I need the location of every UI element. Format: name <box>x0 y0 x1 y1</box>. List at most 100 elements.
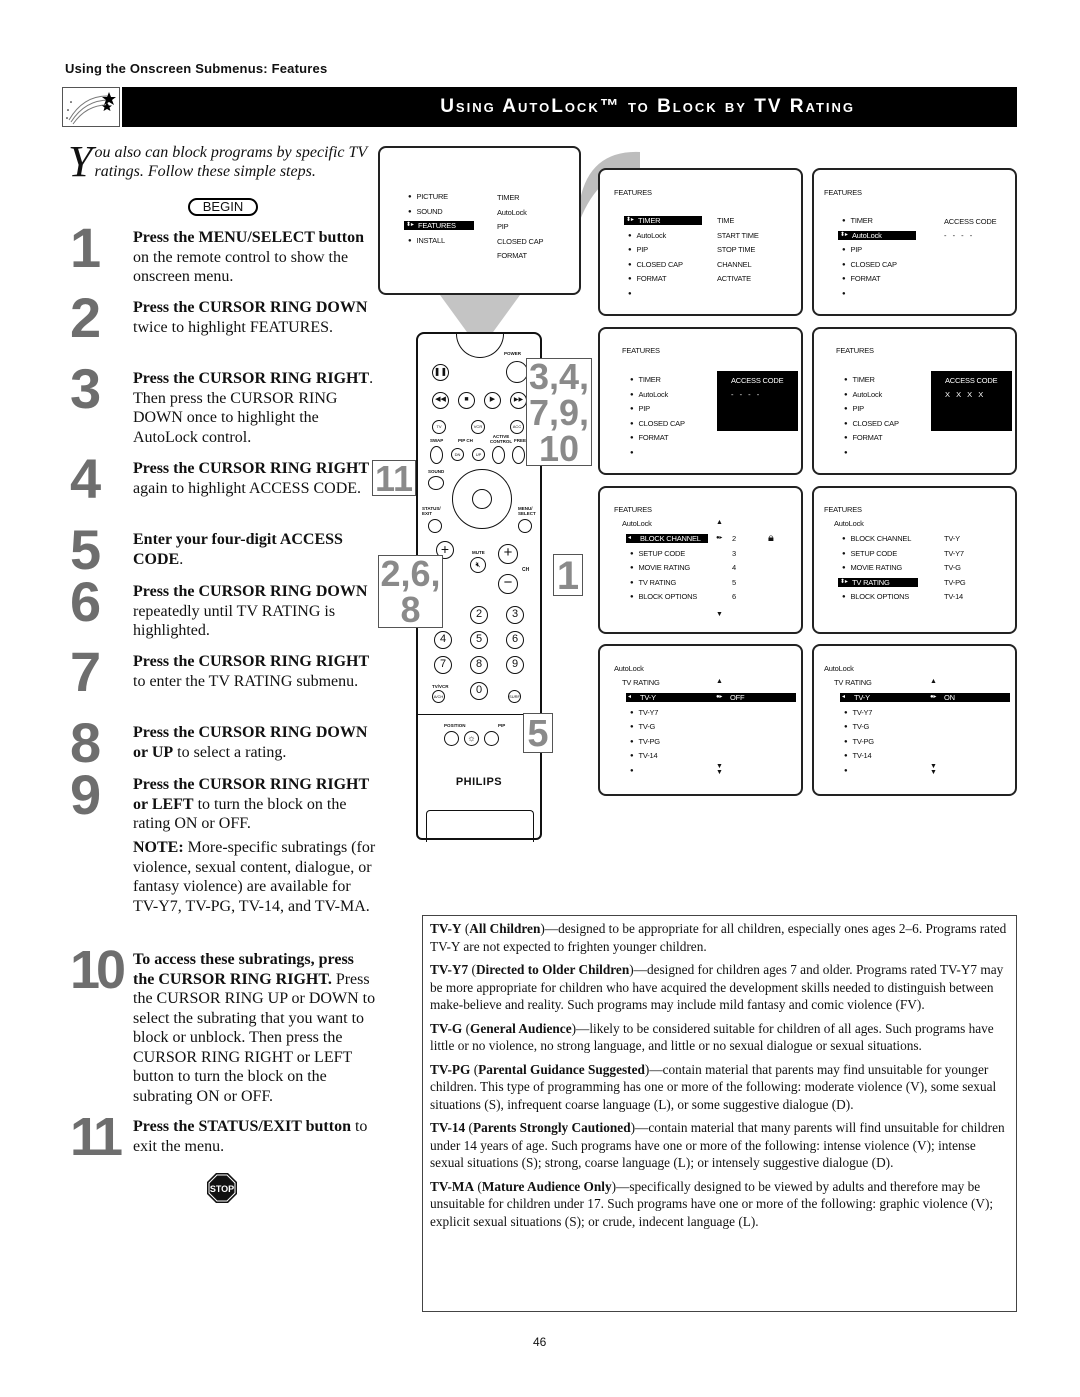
sound-button[interactable] <box>428 476 444 490</box>
channel-down-button[interactable]: − <box>498 574 518 594</box>
status-exit-button[interactable] <box>428 519 442 533</box>
menu-item[interactable]: TIMER <box>842 216 873 225</box>
menu-item[interactable]: CLOSED CAP <box>630 419 685 428</box>
menu-item[interactable]: TV-G <box>630 722 655 731</box>
menu-item[interactable]: AutoLock <box>628 231 666 240</box>
access-code-value: X X X X <box>945 390 986 399</box>
menu-item[interactable]: TV-PG <box>844 737 874 746</box>
menu-item[interactable]: SOUND <box>408 207 442 216</box>
digit-5-button[interactable]: 5 <box>470 631 488 649</box>
power-button[interactable] <box>506 361 528 383</box>
light-button[interactable]: ☼ <box>464 731 479 746</box>
menu-item[interactable]: AutoLock <box>630 390 668 399</box>
step-text: Press the CURSOR RING RIGHT again to hig… <box>133 459 378 498</box>
digit-8-button[interactable]: 8 <box>470 656 488 674</box>
menu-item[interactable]: TIMER <box>630 375 661 384</box>
surf-button[interactable]: SURF <box>508 690 521 703</box>
pip-button[interactable] <box>484 731 499 746</box>
pip-ch-down-button[interactable]: DN <box>451 448 464 461</box>
screen-subtitle: AutoLock <box>834 519 864 528</box>
ach-button[interactable]: A/CH <box>432 690 445 703</box>
fast-forward-button[interactable]: ▶▶ <box>510 392 527 409</box>
cursor-ring[interactable] <box>452 469 512 529</box>
digit-6-button[interactable]: 6 <box>506 631 524 649</box>
menu-item[interactable]: FORMAT <box>628 274 666 283</box>
digit-4-button[interactable]: 4 <box>434 631 452 649</box>
empty-bullet <box>628 289 636 298</box>
menu-item[interactable]: INSTALL <box>408 236 445 245</box>
menu-item[interactable]: TV RATING <box>838 577 918 587</box>
mute-button[interactable]: 🔇︎ <box>470 557 486 573</box>
menu-item[interactable]: MOVIE RATING <box>842 563 902 572</box>
screen-title: FEATURES <box>622 346 660 355</box>
menu-item[interactable]: AutoLock <box>838 230 916 240</box>
step-text: Press the STATUS/EXIT button to exit the… <box>133 1117 378 1156</box>
menu-item[interactable]: CLOSED CAP <box>842 260 897 269</box>
stop-button[interactable]: ■ <box>458 392 475 409</box>
menu-item[interactable]: PICTURE <box>408 192 448 201</box>
menu-item[interactable]: SETUP CODE <box>842 549 897 558</box>
menu-item[interactable]: TV RATING <box>630 578 676 587</box>
channel-up-button[interactable]: + <box>498 544 518 564</box>
menu-item[interactable]: PIP <box>628 245 648 254</box>
step-text: Press the CURSOR RING RIGHT or LEFT to t… <box>133 775 378 834</box>
menu-item[interactable]: FORMAT <box>842 274 880 283</box>
digit-3-button[interactable]: 3 <box>506 606 524 624</box>
digit-2-button[interactable]: 2 <box>470 606 488 624</box>
menu-item[interactable]: TV-G <box>844 722 869 731</box>
rewind-button[interactable]: ◀◀ <box>432 392 449 409</box>
menu-item[interactable]: PIP <box>842 245 862 254</box>
menu-item[interactable]: TV-PG <box>630 737 660 746</box>
menu-item[interactable]: TV-Y7 <box>844 708 872 717</box>
menu-item[interactable]: TIMER <box>624 216 702 225</box>
digit-0-button[interactable]: 0 <box>470 682 488 700</box>
step-text: Press the CURSOR RING RIGHT to enter the… <box>133 652 378 691</box>
cursor-ring-center[interactable] <box>472 489 492 509</box>
block-state[interactable]: OFF <box>730 693 745 702</box>
freeze-button[interactable] <box>512 446 525 464</box>
step-text: To access these subratings, press the CU… <box>133 950 378 1106</box>
menu-item[interactable]: FORMAT <box>630 433 668 442</box>
play-button[interactable]: ▶ <box>484 392 501 409</box>
vcr-button[interactable]: VCR <box>471 420 485 434</box>
menu-value: 5 <box>732 577 736 587</box>
menu-value: AutoLock <box>497 207 527 217</box>
menu-value: PIP <box>497 222 509 231</box>
menu-item[interactable]: BLOCK CHANNEL <box>626 534 708 543</box>
screen-tvrating-off: AutoLock TV RATING ▲ TV-Y◂ TV-Y7 TV-G TV-PG… <box>598 644 803 796</box>
menu-item[interactable]: BLOCK OPTIONS <box>842 592 909 601</box>
screen-access-code-empty: FEATURES TIMER AutoLock PIP CLOSED CAP FORMA… <box>598 327 803 475</box>
acc-button[interactable]: ACC <box>510 420 524 434</box>
digit-9-button[interactable]: 9 <box>506 656 524 674</box>
step-detail: to enter the TV RATING submenu. <box>133 672 359 690</box>
menu-item[interactable]: FORMAT <box>844 433 882 442</box>
position-button[interactable] <box>444 731 459 746</box>
menu-item[interactable]: AutoLock <box>844 390 882 399</box>
menu-item[interactable]: CLOSED CAP <box>628 260 683 269</box>
active-control-button[interactable] <box>492 446 505 464</box>
swap-button[interactable] <box>430 446 443 464</box>
menu-item[interactable]: FEATURES <box>404 221 474 230</box>
menu-item[interactable]: TV-Y <box>840 693 1010 702</box>
pause-button[interactable]: ❚❚ <box>432 364 449 381</box>
battery-cover <box>426 810 534 842</box>
digit-7-button[interactable]: 7 <box>434 656 452 674</box>
menu-item[interactable]: BLOCK CHANNEL <box>842 534 911 543</box>
tv-button[interactable]: TV <box>432 420 446 434</box>
menu-item[interactable]: SETUP CODE <box>630 549 685 558</box>
menu-item[interactable]: BLOCK OPTIONS <box>630 592 697 601</box>
menu-item[interactable]: TV-Y7 <box>630 708 658 717</box>
menu-item[interactable]: TV-Y <box>626 693 796 702</box>
menu-item[interactable]: TV-14 <box>844 751 871 760</box>
step-action: Enter your four-digit ACCESS CODE <box>133 531 343 568</box>
screen-autolock-menu: FEATURES AutoLock ▲ BLOCK CHANNEL◂ SETUP … <box>598 486 803 634</box>
menu-item[interactable]: PIP <box>630 404 650 413</box>
menu-item[interactable]: PIP <box>844 404 864 413</box>
menu-select-button[interactable] <box>518 519 532 533</box>
menu-item[interactable]: TV-14 <box>630 751 657 760</box>
pip-ch-up-button[interactable]: UP <box>472 448 485 461</box>
block-state[interactable]: ON <box>944 693 955 702</box>
menu-item[interactable]: MOVIE RATING <box>630 563 690 572</box>
menu-item[interactable]: TIMER <box>844 375 875 384</box>
menu-item[interactable]: CLOSED CAP <box>844 419 899 428</box>
